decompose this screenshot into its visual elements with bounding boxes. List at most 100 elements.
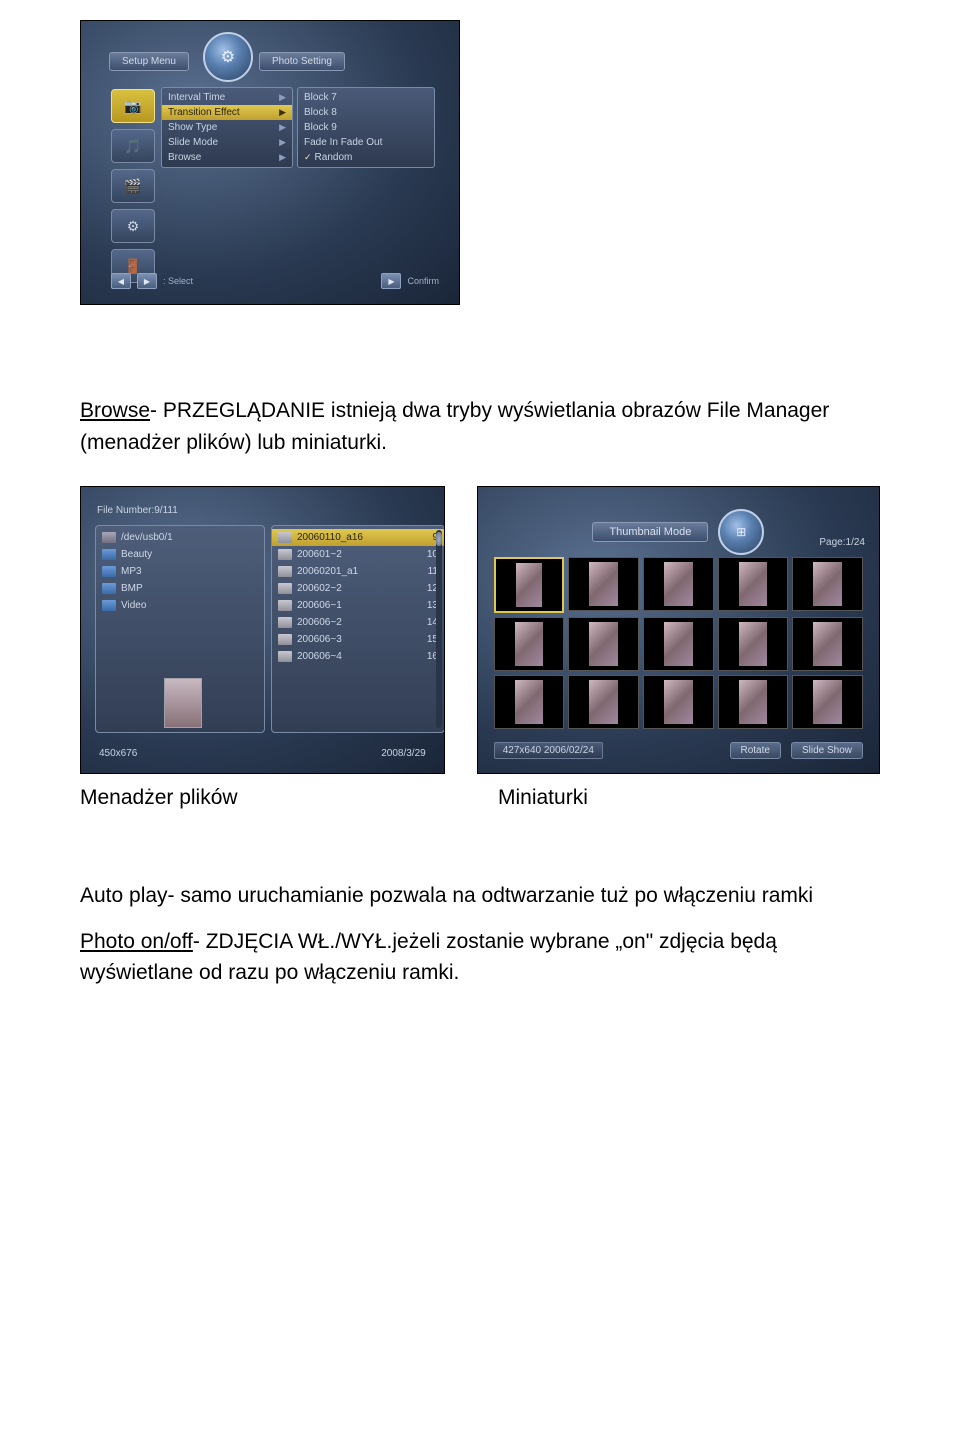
- folder-icon: [102, 566, 116, 577]
- fm-file-row: 200606~315: [272, 631, 444, 648]
- sidebar-settings-icon: ⚙: [111, 209, 155, 243]
- image-file-icon: [278, 549, 292, 560]
- para-browse: Browse- PRZEGLĄDANIE istnieją dwa tryby …: [80, 395, 880, 458]
- check-icon: ✓: [304, 152, 312, 162]
- fm-file-row: 200602~212: [272, 580, 444, 597]
- fm-row-folder: Beauty: [96, 546, 264, 563]
- fm-row-folder: Video: [96, 597, 264, 614]
- submenu-random: ✓Random: [298, 150, 434, 165]
- para-autoplay: Auto play- samo uruchamianie pozwala na …: [80, 880, 880, 912]
- fm-row-folder: BMP: [96, 580, 264, 597]
- caption-thumbnails: Miniaturki: [458, 786, 880, 810]
- thumbnail-cell: [568, 617, 639, 671]
- image-file-icon: [278, 566, 292, 577]
- image-file-icon: [278, 651, 292, 662]
- sidebar-photo-icon: 📷: [111, 89, 155, 123]
- thumbnail-cell: [792, 557, 863, 611]
- preview-thumbnail: [164, 678, 202, 728]
- fm-file-row: 200606~113: [272, 597, 444, 614]
- thumbnail-cell: [643, 617, 714, 671]
- thumbnail-cell: [494, 617, 565, 671]
- menu-show-type: Show Type▶: [162, 120, 292, 135]
- folder-icon: [102, 549, 116, 560]
- thumbnail-mode-screenshot: Thumbnail Mode ⊞ Page:1/24: [477, 486, 880, 774]
- folder-icon: [102, 583, 116, 594]
- fm-file-row: 200606~416: [272, 648, 444, 665]
- device-icon: [102, 532, 116, 543]
- submenu-block9: Block 9: [298, 120, 434, 135]
- fm-file-row: 200606~214: [272, 614, 444, 631]
- image-file-icon: [278, 617, 292, 628]
- header-bar: Setup Menu ⚙ Photo Setting: [109, 49, 439, 73]
- arrow-right-icon: ▶: [279, 122, 286, 133]
- file-number-label: File Number:9/111: [97, 505, 178, 516]
- tn-info: 427x640 2006/02/24: [494, 742, 603, 759]
- fm-status-bar: 450x676 2008/3/29: [99, 748, 426, 759]
- term-browse: Browse: [80, 399, 150, 422]
- tn-status-bar: 427x640 2006/02/24 Rotate Slide Show: [494, 742, 863, 759]
- slideshow-button: Slide Show: [791, 742, 863, 759]
- fm-right-panel: 20060110_a169 200601~210 20060201_a111 2…: [271, 525, 445, 733]
- thumbnail-grid: [494, 557, 863, 729]
- tn-page-label: Page:1/24: [819, 537, 865, 548]
- fm-row-folder: MP3: [96, 563, 264, 580]
- nav-confirm-label: Confirm: [407, 276, 439, 286]
- caption-file-manager: Menadżer plików: [80, 786, 458, 810]
- tab-photo-setting: Photo Setting: [259, 52, 345, 71]
- rotate-button: Rotate: [730, 742, 781, 759]
- body-text-lower: Auto play- samo uruchamianie pozwala na …: [80, 880, 880, 989]
- screenshot-row: File Number:9/111 /dev/usb0/1 Beauty MP3…: [80, 486, 880, 774]
- setup-menu-screenshot: Setup Menu ⚙ Photo Setting 📷 🎵 🎬 ⚙ 🚪 Int…: [80, 20, 460, 305]
- thumbnail-cell: [494, 675, 565, 729]
- submenu-block8: Block 8: [298, 105, 434, 120]
- menu-browse: Browse▶: [162, 150, 292, 165]
- term-photo-onoff: Photo on/off: [80, 930, 193, 953]
- arrow-right-icon: ▶: [279, 152, 286, 163]
- tn-title: Thumbnail Mode: [592, 522, 708, 542]
- thumbnail-cell: [792, 675, 863, 729]
- tab-setup-menu: Setup Menu: [109, 52, 189, 71]
- tn-header: Thumbnail Mode ⊞: [478, 509, 879, 555]
- nav-select-label: : Select: [163, 276, 193, 286]
- body-text: Browse- PRZEGLĄDANIE istnieją dwa tryby …: [80, 395, 880, 458]
- gear-emblem-icon: ⚙: [203, 32, 253, 82]
- thumbnail-cell: [792, 617, 863, 671]
- thumbnail-cell: [643, 675, 714, 729]
- arrow-right-icon: ▶: [279, 92, 286, 103]
- thumbnail-cell: [494, 557, 565, 613]
- thumbnail-cell: [718, 557, 789, 611]
- submenu-fade: Fade In Fade Out: [298, 135, 434, 150]
- image-file-icon: [278, 532, 292, 543]
- folder-icon: [102, 600, 116, 611]
- thumbnail-cell: [718, 617, 789, 671]
- fm-file-row: 200601~210: [272, 546, 444, 563]
- fm-date: 2008/3/29: [381, 748, 426, 759]
- grid-emblem-icon: ⊞: [718, 509, 764, 555]
- scroll-thumb: [436, 532, 442, 546]
- fm-left-panel: /dev/usb0/1 Beauty MP3 BMP Video: [95, 525, 265, 733]
- thumbnail-cell: [643, 557, 714, 611]
- file-manager-screenshot: File Number:9/111 /dev/usb0/1 Beauty MP3…: [80, 486, 445, 774]
- fm-file-row: 20060201_a111: [272, 563, 444, 580]
- fm-dimensions: 450x676: [99, 748, 137, 759]
- submenu-block7: Block 7: [298, 90, 434, 105]
- bottom-nav-bar: ◀ ▶ : Select ▶ Confirm: [111, 272, 439, 290]
- menu-left-column: Interval Time▶ Transition Effect▶ Show T…: [161, 87, 293, 168]
- thumbnail-cell: [718, 675, 789, 729]
- arrow-right-icon: ▶: [279, 107, 286, 118]
- nav-confirm-icon: ▶: [381, 273, 401, 289]
- thumbnail-cell: [568, 557, 639, 611]
- fm-row-device: /dev/usb0/1: [96, 529, 264, 546]
- fm-file-row: 20060110_a169: [272, 529, 444, 546]
- image-file-icon: [278, 583, 292, 594]
- menu-slide-mode: Slide Mode▶: [162, 135, 292, 150]
- para-photo-onoff: Photo on/off- ZDJĘCIA WŁ./WYŁ.jeżeli zos…: [80, 926, 880, 989]
- caption-row: Menadżer plików Miniaturki: [80, 786, 880, 810]
- menu-transition-effect: Transition Effect▶: [162, 105, 292, 120]
- sidebar-icons: 📷 🎵 🎬 ⚙ 🚪: [111, 89, 155, 283]
- nav-left-icon: ◀: [111, 273, 131, 289]
- nav-right-icon: ▶: [137, 273, 157, 289]
- menu-right-column: Block 7 Block 8 Block 9 Fade In Fade Out…: [297, 87, 435, 168]
- arrow-right-icon: ▶: [279, 137, 286, 148]
- sidebar-video-icon: 🎬: [111, 169, 155, 203]
